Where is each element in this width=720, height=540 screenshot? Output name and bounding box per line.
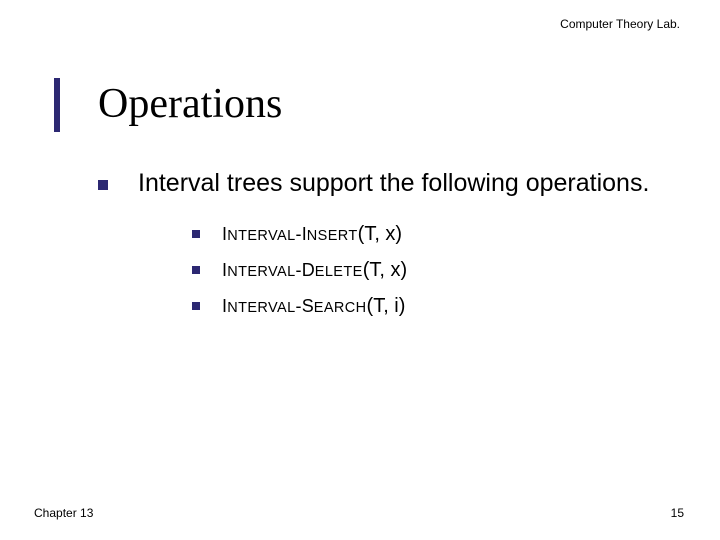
footer-page-number: 15 [671, 506, 684, 520]
footer-chapter: Chapter 13 [34, 506, 93, 520]
header-lab-label: Computer Theory Lab. [560, 17, 680, 31]
list-item: INTERVAL-INSERT(T, x) [192, 221, 690, 247]
slide-title: Operations [98, 80, 282, 128]
title-area: Operations [0, 78, 720, 134]
operation-label: INTERVAL-INSERT(T, x) [222, 221, 402, 247]
title-accent-bar [54, 78, 60, 132]
list-item: INTERVAL-SEARCH(T, i) [192, 293, 690, 319]
list-item: INTERVAL-DELETE(T, x) [192, 257, 690, 283]
operations-list: INTERVAL-INSERT(T, x) INTERVAL-DELETE(T,… [192, 221, 690, 319]
list-item: Interval trees support the following ope… [98, 168, 690, 199]
square-bullet-icon [192, 230, 200, 238]
slide: Computer Theory Lab. Operations Interval… [0, 0, 720, 540]
operation-label: INTERVAL-SEARCH(T, i) [222, 293, 405, 319]
body-area: Interval trees support the following ope… [98, 168, 690, 329]
intro-text: Interval trees support the following ope… [138, 168, 649, 199]
square-bullet-icon [192, 302, 200, 310]
operation-label: INTERVAL-DELETE(T, x) [222, 257, 407, 283]
square-bullet-icon [192, 266, 200, 274]
square-bullet-icon [98, 180, 108, 190]
